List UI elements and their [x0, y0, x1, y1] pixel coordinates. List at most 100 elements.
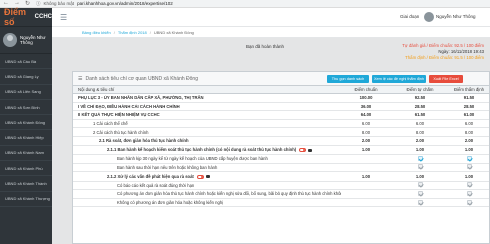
table-row[interactable]: 2 Cải cách thủ tục hành chính 8.00 8.00 8.0… [73, 128, 489, 137]
toggle-icon[interactable] [299, 148, 307, 153]
reload-icon[interactable]: ↻ [25, 0, 30, 7]
checkbox[interactable] [466, 182, 472, 188]
table-row[interactable]: II KẾT QUẢ THỰC HIỆN NHIỆM VỤ CCHC 64.00 6… [73, 111, 489, 120]
sidebar-item-unit[interactable]: UBND xã Khánh Nam [0, 146, 52, 162]
date-label: Ngày: [438, 48, 450, 54]
checkbox[interactable] [466, 190, 472, 196]
header-avatar[interactable] [424, 12, 434, 22]
row-value [391, 155, 449, 162]
row-value: 36.00 [360, 103, 372, 109]
row-name-text: II KẾT QUẢ THỰC HIỆN NHIỆM VỤ CCHC [78, 112, 160, 118]
breadcrumb: Bảng điều khiển / Thẩm định 2018 / UBND … [52, 27, 490, 38]
row-value: 1.00 [464, 173, 474, 179]
breadcrumb-separator: / [149, 29, 151, 35]
row-name-text: 2.1 Rà soát, đơn giản hóa thủ tục hành c… [99, 138, 189, 144]
row-value [391, 190, 449, 197]
sidebar-item-unit[interactable]: UBND xã Cầu Bà [0, 54, 52, 70]
info-icon[interactable]: ⓘ [36, 1, 41, 7]
back-icon[interactable]: ← [3, 0, 9, 7]
row-value: 100.00 [359, 95, 373, 101]
table-row[interactable]: Không có phương án đơn giản hóa hoặc khô… [73, 199, 489, 208]
forward-icon[interactable]: → [14, 0, 20, 7]
browser-toolbar: ← → ↻ ⓘ Không bảo mật pari.khanhhoa.gov.… [0, 0, 490, 8]
table-row[interactable]: Có báo cáo kết quả rà soát đúng thời hạn [73, 182, 489, 191]
user-line2: Thông [20, 40, 33, 45]
view-requests-button[interactable]: Xem lệ các đề nghị thẩm định [372, 75, 426, 83]
breadcrumb-home[interactable]: Bảng điều khiển [82, 30, 111, 35]
row-name-text: Ban hành sau thời hạn nêu trên hoặc khôn… [117, 164, 218, 170]
breadcrumb-current: UBND xã Khánh Đông [153, 29, 194, 35]
checkbox[interactable] [466, 199, 472, 205]
brand-logo[interactable]: Điểm số CCHC [0, 7, 52, 27]
row-controls [299, 148, 313, 153]
row-value: 1.00 [415, 173, 425, 179]
criteria-card: ☰ Danh sách tiêu chí cơ quan UBND xã Khá… [72, 71, 490, 244]
sidebar-item-unit[interactable]: UBND xã Giang Ly [0, 69, 52, 85]
row-name-text: 1 Cải cách thể chế [93, 121, 128, 127]
header-username[interactable]: Nguyễn Như Thông [436, 14, 475, 19]
table-row[interactable]: 2.1.1 Ban hành kế hoạch kiểm soát thủ tụ… [73, 146, 489, 155]
sidebar-user: Nguyễn Như Thông [0, 27, 52, 54]
row-value: 6.00 [415, 121, 425, 127]
checkbox[interactable] [417, 190, 423, 196]
column-header: Điểm tự chấm [406, 87, 434, 92]
sidebar-item-unit[interactable]: UBND xã Liên Sang [0, 85, 52, 100]
row-value: 1.00 [464, 147, 474, 153]
sidebar-item-unit[interactable]: UBND xã Khánh Phú [0, 161, 52, 177]
table-row[interactable]: PHỤ LỤC 3 - ỦY BAN NHÂN DÂN CẤP XÃ, PHƯỜ… [73, 94, 489, 103]
row-value: 1.00 [415, 147, 425, 153]
sidebar-item-unit[interactable]: UBND xã Khánh Thành [0, 176, 52, 192]
comment-icon[interactable] [205, 175, 210, 179]
table-row[interactable]: Ban hành kịp 30 ngày kể từ ngày kế hoạch… [73, 155, 489, 164]
table-row[interactable]: Có phương án đơn giản hóa thủ tục hành c… [73, 190, 489, 199]
row-name: 2 Cải cách thủ tục hành chính [73, 130, 341, 135]
row-name: 2.1.2 Xử lý các vấn đề phát hiện qua rà … [73, 174, 341, 179]
sidebar-item-unit[interactable]: UBND xã Khánh Thượng [0, 192, 52, 207]
table-row[interactable]: 2.1 Rà soát, đơn giản hóa thủ tục hành c… [73, 137, 489, 146]
table-body: PHỤ LỤC 3 - ỦY BAN NHÂN DÂN CẤP XÃ, PHƯỜ… [73, 94, 489, 208]
period-selector[interactable]: Giai đoạn [400, 14, 419, 19]
checkbox[interactable] [417, 182, 423, 188]
checkbox[interactable] [417, 164, 423, 170]
table-row[interactable]: 2.1.2 Xử lý các vấn đề phát hiện qua rà … [73, 172, 489, 182]
table-row[interactable]: I VỀ CHỈ ĐẠO, ĐIỀU HÀNH CẢI CÁCH HÀNH CH… [73, 103, 489, 112]
row-value [449, 190, 489, 197]
sidebar-item-label: UBND xã Khánh Đông [5, 119, 46, 125]
row-value: 8.00 [464, 129, 474, 135]
row-value: 2.00 [464, 138, 474, 144]
row-value: 64.00 [360, 112, 372, 118]
hamburger-icon[interactable]: ☰ [60, 13, 67, 22]
row-name-text: I VỀ CHỈ ĐẠO, ĐIỀU HÀNH CẢI CÁCH HÀNH CH… [78, 103, 180, 109]
collapse-list-button[interactable]: Thu gọn danh sách [327, 75, 369, 83]
address-bar[interactable]: ⓘ Không bảo mật pari.khanhhoa.gov.vn/adm… [36, 1, 173, 7]
row-value: 28.50 [414, 103, 426, 109]
card-header: ☰ Danh sách tiêu chí cơ quan UBND xã Khá… [73, 72, 489, 86]
export-excel-button[interactable]: Xuất File Excel [429, 75, 463, 83]
toggle-icon[interactable] [196, 174, 204, 179]
sidebar-item-unit[interactable]: UBND xã Sơn Bình [0, 100, 52, 116]
row-value: 2.00 [361, 138, 371, 144]
table-row[interactable]: 1 Cải cách thể chế 6.00 6.00 6.00 [73, 120, 489, 129]
checkbox[interactable] [466, 155, 472, 161]
row-value [449, 164, 489, 170]
checkbox[interactable] [466, 164, 472, 170]
sidebar-item-unit[interactable]: UBND xã Khánh Đông [0, 115, 52, 131]
comment-icon[interactable] [308, 148, 313, 152]
row-value: 91.50 [463, 95, 475, 101]
row-value: 6.00 [464, 121, 474, 127]
row-name: II KẾT QUẢ THỰC HIỆN NHIỆM VỤ CCHC [73, 112, 341, 117]
row-name-text: 2.1.1 Ban hành kế hoạch kiểm soát thủ tụ… [107, 147, 297, 153]
checkbox[interactable] [417, 155, 423, 161]
row-value: 8.00 [361, 129, 371, 135]
main-content: Bạn đã hoàn thành Tự đánh giá / Điểm chu… [52, 38, 490, 244]
sidebar-item-label: UBND xã Cầu Bà [5, 58, 37, 64]
card-title: Danh sách tiêu chí cơ quan UBND xã Khánh… [85, 75, 198, 82]
url-text[interactable]: pari.khanhhoa.gov.vn/admin/2018/expertis… [77, 1, 173, 6]
checkbox[interactable] [417, 199, 423, 205]
row-controls [196, 174, 210, 179]
table-row[interactable]: Ban hành sau thời hạn nêu trên hoặc khôn… [73, 164, 489, 173]
row-name: 2.1 Rà soát, đơn giản hóa thủ tục hành c… [73, 138, 341, 143]
sidebar-item-unit[interactable]: UBND xã Khánh Hiệp [0, 130, 52, 146]
breadcrumb-level2[interactable]: Thẩm định 2018 [118, 30, 147, 35]
date-value: 16/11/2018 19:43 [450, 48, 484, 54]
